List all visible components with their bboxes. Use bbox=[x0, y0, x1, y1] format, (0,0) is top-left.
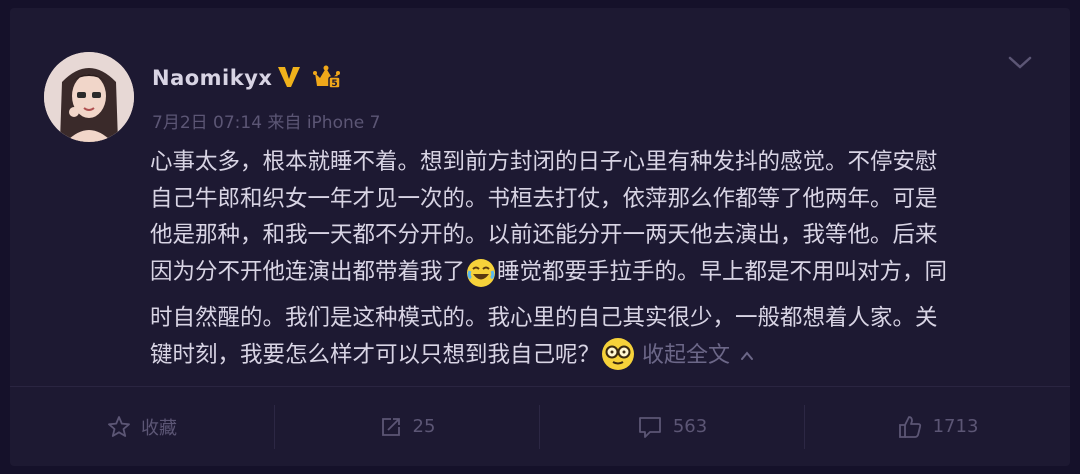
action-bar: 收藏 25 563 1713 bbox=[10, 387, 1070, 466]
svg-text:5: 5 bbox=[331, 79, 337, 89]
content-line: 心事太多，根本就睡不着。想到前方封闭的日子心里有种发抖的感觉。不停安慰 bbox=[150, 149, 938, 175]
favorite-button[interactable]: 收藏 bbox=[10, 387, 274, 466]
content-text: 因为分不开他连演出都带着我了 bbox=[150, 259, 466, 286]
post-meta: 7月2日 07:14 来自 iPhone 7 bbox=[152, 113, 381, 133]
star-icon bbox=[107, 415, 131, 439]
like-count: 1713 bbox=[932, 416, 979, 437]
post-content: 心事太多，根本就睡不着。想到前方封闭的日子心里有种发抖的感觉。不停安慰 自己牛郎… bbox=[150, 144, 1040, 382]
username[interactable]: Naomikyx bbox=[152, 66, 272, 90]
comment-icon bbox=[637, 415, 663, 439]
content-text: 睡觉都要手拉手的。早上都是不用叫对方，同 bbox=[497, 259, 948, 286]
content-line: 他是那种，和我一天都不分开的。以前还能分开一两天他去演出，我等他。后来 bbox=[150, 222, 938, 249]
avatar[interactable] bbox=[44, 52, 134, 142]
chevron-up-icon bbox=[740, 337, 754, 374]
content-line: 时自然醒的。我们是这种模式的。我心里的自己其实很少，一般都想着人家。关 bbox=[150, 304, 938, 331]
collapse-label: 收起全文 bbox=[642, 342, 731, 368]
eyeglasses-emoji bbox=[601, 337, 635, 383]
collapse-text-link[interactable]: 收起全文 bbox=[642, 343, 754, 368]
like-icon bbox=[897, 414, 923, 440]
comment-button[interactable]: 563 bbox=[540, 387, 804, 466]
laugh-cry-emoji bbox=[466, 258, 496, 300]
chevron-down-icon[interactable] bbox=[1007, 55, 1033, 75]
content-text: 键时刻，我要怎么样才可以只想到我自己呢？ bbox=[150, 341, 601, 368]
content-line: 键时刻，我要怎么样才可以只想到我自己呢？ 收起全文 bbox=[150, 337, 1040, 383]
favorite-label: 收藏 bbox=[141, 417, 177, 439]
crown-badge-icon: 5 bbox=[312, 64, 342, 94]
verified-v-icon bbox=[276, 64, 302, 94]
comment-count: 563 bbox=[672, 416, 708, 437]
repost-button[interactable]: 25 bbox=[275, 387, 539, 466]
content-line: 自己牛郎和织女一年才见一次的。书桓去打仗，依萍那么作都等了他两年。可是 bbox=[150, 185, 938, 212]
repost-count: 25 bbox=[412, 416, 436, 437]
like-button[interactable]: 1713 bbox=[805, 387, 1070, 466]
content-line: 因为分不开他连演出都带着我了 睡觉都要手拉手的。早上都是不用叫对方，同 bbox=[150, 254, 1040, 300]
repost-icon bbox=[379, 415, 403, 439]
